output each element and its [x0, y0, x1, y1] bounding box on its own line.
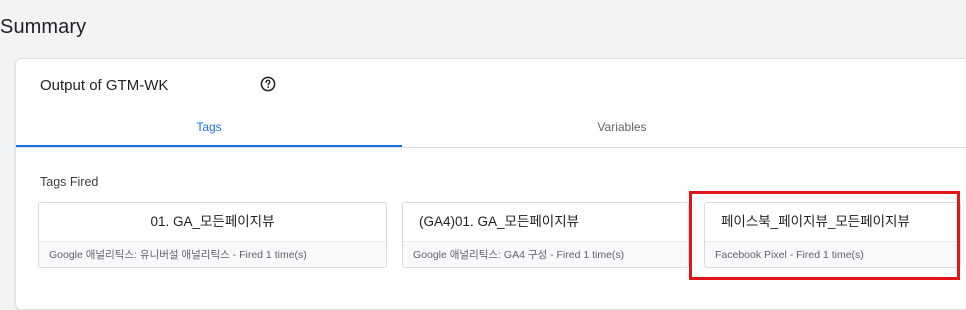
tab-variables[interactable]: Variables: [402, 109, 842, 145]
tags-fired-label: Tags Fired: [40, 175, 99, 189]
tag-name: 01. GA_모든페이지뷰: [150, 214, 275, 229]
output-title: Output of GTM-WK: [40, 77, 169, 94]
card-header: Output of GTM-WK: [40, 76, 276, 94]
tag-meta: Google 애널리틱스: GA4 구성 - Fired 1 time(s): [403, 241, 688, 267]
tag-card-ga4[interactable]: (GA4)01. GA_모든페이지뷰 Google 애널리틱스: GA4 구성 …: [402, 202, 689, 268]
tag-meta: Facebook Pixel - Fired 1 time(s): [705, 241, 960, 267]
tag-card-ga-ua[interactable]: 01. GA_모든페이지뷰 Google 애널리틱스: 유니버설 애널리틱스 -…: [38, 202, 387, 268]
tag-card-facebook-pixel[interactable]: 페이스북_페이지뷰_모든페이지뷰 Facebook Pixel - Fired …: [704, 202, 961, 268]
tab-tags[interactable]: Tags: [16, 109, 402, 145]
help-circle-icon[interactable]: [260, 76, 276, 92]
output-card: Output of GTM-WK Tags Variables Tags Fir…: [15, 58, 966, 310]
active-tab-indicator: [16, 145, 402, 147]
tab-bar: Tags Variables: [16, 109, 966, 148]
page-title: Summary: [0, 16, 87, 38]
tag-meta: Google 애널리틱스: 유니버설 애널리틱스 - Fired 1 time(…: [39, 241, 386, 267]
tag-name: 페이스북_페이지뷰_모든페이지뷰: [721, 214, 910, 229]
tag-name: (GA4)01. GA_모든페이지뷰: [419, 214, 580, 229]
